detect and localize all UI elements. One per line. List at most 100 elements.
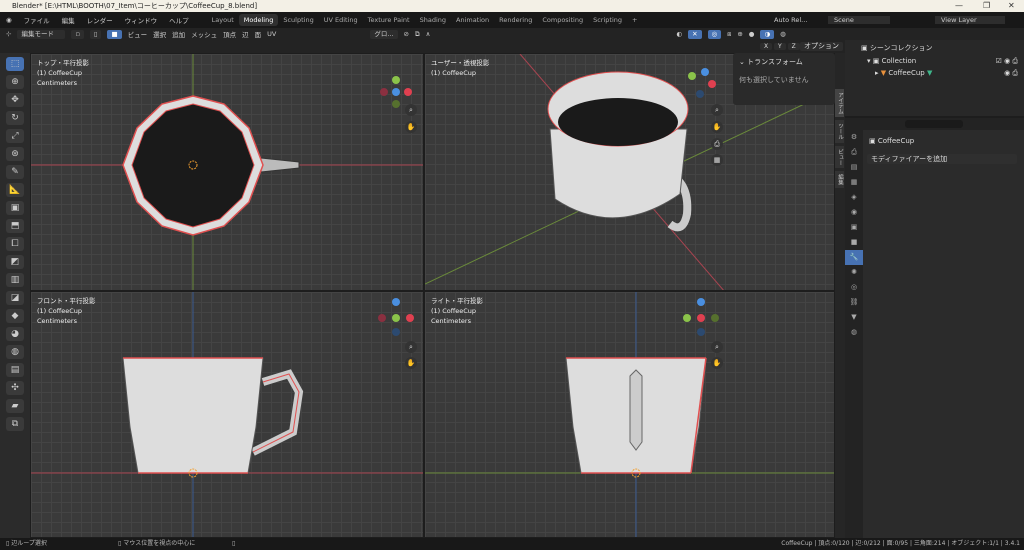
knife-icon[interactable]: ◪: [6, 291, 24, 305]
menu-help[interactable]: ヘルプ: [163, 15, 195, 25]
scale-icon[interactable]: ⤢: [6, 129, 24, 143]
editor-type-icon[interactable]: ⊹: [6, 30, 11, 38]
scene-selector[interactable]: Scene: [828, 16, 890, 24]
tab-animation[interactable]: Animation: [451, 14, 494, 26]
data-tab-icon[interactable]: ▼: [845, 310, 863, 325]
rip-icon[interactable]: ⧉: [6, 417, 24, 431]
viewport-top[interactable]: トップ・平行投影 (1) CoffeeCup Centimeters ⌕ ✋: [30, 53, 424, 291]
measure-icon[interactable]: 📐: [6, 183, 24, 197]
vertex-select-icon[interactable]: ▫: [71, 29, 84, 39]
loop-cut-icon[interactable]: ▥: [6, 273, 24, 287]
face-select-icon[interactable]: ■: [107, 29, 122, 39]
menu-edge[interactable]: 辺: [242, 29, 249, 39]
world-tab-icon[interactable]: ◉: [845, 205, 863, 220]
navigation-gizmo[interactable]: [376, 296, 416, 336]
edge-select-icon[interactable]: ▯: [89, 29, 102, 39]
mode-selector[interactable]: 編集モード: [17, 29, 66, 39]
proportional-icon[interactable]: ∧: [426, 30, 431, 38]
collection-tab-icon[interactable]: ▣: [845, 220, 863, 235]
snap-icon[interactable]: ⧉: [415, 30, 420, 39]
shading-render-icon[interactable]: ◍: [780, 30, 786, 38]
menu-render[interactable]: レンダー: [81, 15, 119, 25]
poly-build-icon[interactable]: ◆: [6, 309, 24, 323]
view-layer-selector[interactable]: View Layer: [935, 16, 1005, 24]
bevel-icon[interactable]: ◩: [6, 255, 24, 269]
tab-view[interactable]: ビュー: [835, 145, 844, 168]
menu-select[interactable]: 選択: [153, 29, 166, 39]
edge-slide-icon[interactable]: ▤: [6, 363, 24, 377]
zoom-icon[interactable]: ⌕: [405, 341, 417, 353]
options-button[interactable]: オプション: [800, 42, 843, 51]
smooth-icon[interactable]: ◍: [6, 345, 24, 359]
rotate-icon[interactable]: ↻: [6, 111, 24, 125]
menu-uv[interactable]: UV: [267, 30, 276, 38]
outliner-object[interactable]: ▸ ▼ CoffeeCup ▼ ◉ ⎙: [845, 66, 1024, 80]
transform-section[interactable]: ⌄ トランスフォーム: [733, 53, 835, 71]
tool-tab-icon[interactable]: ⚙: [845, 130, 863, 145]
mirror-y-button[interactable]: Y: [774, 43, 786, 50]
tab-rendering[interactable]: Rendering: [494, 14, 537, 26]
select-box-icon[interactable]: ⬚: [6, 57, 24, 71]
grid-icon[interactable]: ▦: [711, 154, 723, 166]
tab-compositing[interactable]: Compositing: [537, 14, 588, 26]
properties-search[interactable]: [905, 120, 963, 128]
camera-icon[interactable]: ⎙: [711, 138, 723, 150]
mirror-z-button[interactable]: Z: [787, 43, 800, 50]
tab-item[interactable]: アイテム: [835, 89, 844, 117]
pan-hand-icon[interactable]: ✋: [405, 357, 417, 369]
menu-add[interactable]: 追加: [172, 29, 185, 39]
auto-refresh[interactable]: Auto Rel...: [768, 16, 813, 24]
shading-material-icon[interactable]: ◑: [760, 29, 775, 39]
outliner-scene-collection[interactable]: ▣ シーンコレクション: [845, 40, 1024, 56]
add-cube-icon[interactable]: ▣: [6, 201, 24, 215]
tab-edit[interactable]: 編集: [835, 171, 844, 188]
navigation-gizmo[interactable]: [680, 66, 720, 106]
tab-shading[interactable]: Shading: [415, 14, 451, 26]
physics-tab-icon[interactable]: ◎: [845, 280, 863, 295]
pan-hand-icon[interactable]: ✋: [711, 121, 723, 133]
visibility-eye-icon[interactable]: ☑ ◉ ⎙: [996, 57, 1018, 66]
pan-hand-icon[interactable]: ✋: [405, 121, 417, 133]
menu-vertex[interactable]: 頂点: [223, 29, 236, 39]
tab-texture-paint[interactable]: Texture Paint: [363, 14, 415, 26]
tab-modeling[interactable]: Modeling: [238, 14, 279, 26]
pivot-icon[interactable]: ⊘: [404, 30, 409, 38]
output-tab-icon[interactable]: ▤: [845, 160, 863, 175]
orientation-selector[interactable]: グロ...: [370, 29, 398, 39]
menu-window[interactable]: ウィンドウ: [119, 15, 164, 25]
render-tab-icon[interactable]: ⎙: [845, 145, 863, 160]
inset-icon[interactable]: ⧠: [6, 237, 24, 251]
transform-icon[interactable]: ⊛: [6, 147, 24, 161]
gizmo-toggle-icon[interactable]: ✕: [688, 29, 702, 39]
menu-view[interactable]: ビュー: [128, 29, 148, 39]
spin-icon[interactable]: ◕: [6, 327, 24, 341]
mirror-x-button[interactable]: X: [760, 43, 773, 50]
visibility-eye-icon[interactable]: ◉ ⎙: [1004, 69, 1018, 78]
menu-mesh[interactable]: メッシュ: [191, 29, 217, 39]
object-tab-icon[interactable]: ■: [845, 235, 863, 250]
maximize-button[interactable]: ❐: [983, 0, 990, 12]
tab-layout[interactable]: Layout: [207, 14, 239, 26]
navigation-gizmo[interactable]: [681, 296, 721, 336]
visibility-icon[interactable]: ◐: [676, 30, 682, 38]
close-button[interactable]: ✕: [1008, 0, 1015, 12]
scene-tab-icon[interactable]: ◈: [845, 190, 863, 205]
constraints-tab-icon[interactable]: ⛓: [845, 295, 863, 310]
viewport-right[interactable]: ライト・平行投影 (1) CoffeeCup Centimeters ⌕ ✋: [424, 291, 835, 538]
zoom-icon[interactable]: ⌕: [711, 341, 723, 353]
minimize-button[interactable]: —: [955, 0, 963, 12]
xray-icon[interactable]: ⧈: [727, 30, 731, 39]
shear-icon[interactable]: ▰: [6, 399, 24, 413]
tab-scripting[interactable]: Scripting: [588, 14, 627, 26]
annotate-icon[interactable]: ✎: [6, 165, 24, 179]
tab-uv-editing[interactable]: UV Editing: [319, 14, 363, 26]
overlay-toggle-icon[interactable]: ◎: [707, 29, 722, 39]
pan-hand-icon[interactable]: ✋: [711, 357, 723, 369]
particles-tab-icon[interactable]: ✺: [845, 265, 863, 280]
view-layer-tab-icon[interactable]: ▦: [845, 175, 863, 190]
cursor-icon[interactable]: ⊕: [6, 75, 24, 89]
menu-file[interactable]: ファイル: [18, 15, 56, 25]
shading-solid-icon[interactable]: ●: [749, 30, 755, 38]
tab-tool[interactable]: ツール: [835, 120, 844, 143]
shading-wire-icon[interactable]: ⊕: [737, 30, 742, 38]
